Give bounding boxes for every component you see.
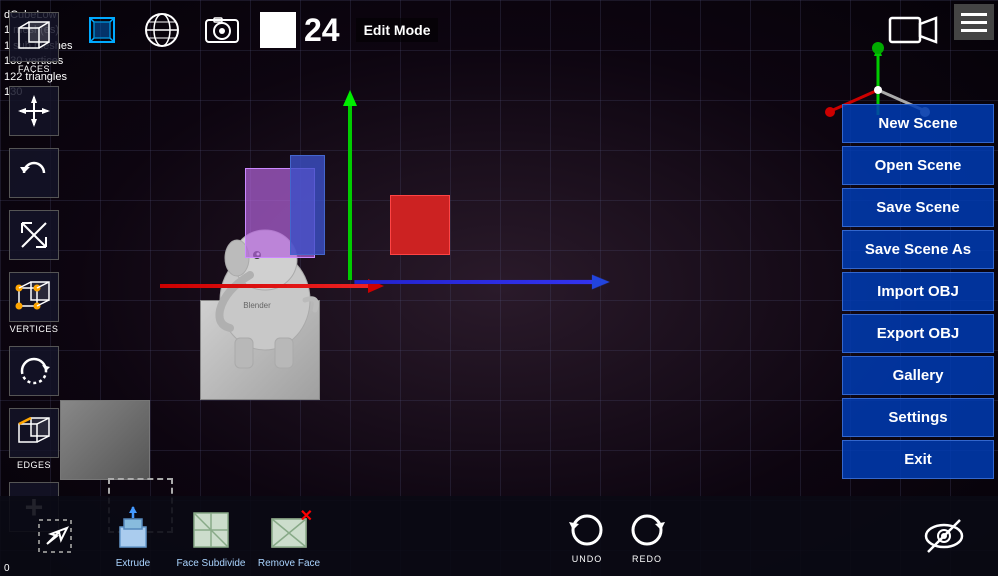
import-obj-button[interactable]: Import OBJ: [842, 272, 994, 311]
extrude-label: Extrude: [116, 558, 150, 569]
bottom-center-tools: UNDO REDO: [565, 508, 669, 564]
toolbar-item-vertices[interactable]: VERTICES: [4, 268, 64, 338]
subdivide-icon: [185, 504, 237, 556]
redo-button[interactable]: REDO: [625, 508, 669, 564]
settings-button[interactable]: Settings: [842, 398, 994, 437]
globe-icon-button[interactable]: [140, 8, 184, 52]
toolbar-item-rotate2[interactable]: [4, 342, 64, 400]
bottom-left-tools: Extrude Face Subdivide: [20, 504, 324, 569]
tool-face-subdivide[interactable]: Face Subdivide: [176, 504, 246, 569]
hamburger-line-3: [961, 29, 987, 32]
toolbar-item-rotate[interactable]: [4, 144, 64, 202]
left-toolbar: FACES: [0, 0, 68, 576]
remove-x-mark: ✕: [300, 506, 313, 526]
save-scene-button[interactable]: Save Scene: [842, 188, 994, 227]
edit-mode-label: Edit Mode: [356, 18, 439, 42]
status-bar: 0: [0, 561, 60, 576]
bottom-right-tools: [910, 506, 978, 566]
faces-icon-box: [9, 12, 59, 62]
right-menu: New Scene Open Scene Save Scene Save Sce…: [838, 100, 998, 483]
status-value: 0: [4, 563, 10, 574]
hamburger-line-2: [961, 21, 987, 24]
rotate-icon-box: [9, 148, 59, 198]
frame-box: [260, 12, 296, 48]
hamburger-button[interactable]: [954, 4, 994, 40]
undo-button[interactable]: UNDO: [565, 508, 609, 564]
export-obj-button[interactable]: Export OBJ: [842, 314, 994, 353]
bottom-toolbar: Extrude Face Subdivide: [0, 496, 998, 576]
faces-label: FACES: [18, 64, 50, 74]
remove-face-icon: ✕: [263, 504, 315, 556]
hamburger-line-1: [961, 13, 987, 16]
edges-icon-box: [9, 408, 59, 458]
toolbar-item-faces[interactable]: FACES: [4, 8, 64, 78]
frame-counter: 24: [260, 12, 340, 49]
mesh-icon-button[interactable]: [80, 8, 124, 52]
tool-extrude[interactable]: Extrude: [98, 504, 168, 569]
face-subdivide-label: Face Subdivide: [177, 558, 246, 569]
save-scene-as-button[interactable]: Save Scene As: [842, 230, 994, 269]
vertices-icon-box: [9, 272, 59, 322]
toolbar-item-scale[interactable]: [4, 206, 64, 264]
edges-label: EDGES: [17, 460, 51, 470]
tool-remove-face[interactable]: ✕ Remove Face: [254, 504, 324, 569]
top-toolbar: 24 Edit Mode: [80, 8, 438, 52]
hide-show-button[interactable]: [910, 506, 978, 566]
toolbar-item-move[interactable]: [4, 82, 64, 140]
gallery-button[interactable]: Gallery: [842, 356, 994, 395]
exit-button[interactable]: Exit: [842, 440, 994, 479]
new-scene-button[interactable]: New Scene: [842, 104, 994, 143]
toolbar-item-edges[interactable]: EDGES: [4, 404, 64, 474]
move-icon-box: [9, 86, 59, 136]
screenshot-icon-button[interactable]: [200, 8, 244, 52]
open-scene-button[interactable]: Open Scene: [842, 146, 994, 185]
redo-label: REDO: [632, 554, 662, 564]
remove-face-label: Remove Face: [258, 558, 320, 569]
scale-icon-box: [9, 210, 59, 260]
tool-select[interactable]: [20, 510, 90, 562]
rotate2-icon-box: [9, 346, 59, 396]
extrude-icon: [107, 504, 159, 556]
select-icon: [29, 510, 81, 562]
undo-label: UNDO: [572, 554, 603, 564]
vertices-label: VERTICES: [10, 324, 59, 334]
frame-number: 24: [304, 12, 340, 49]
